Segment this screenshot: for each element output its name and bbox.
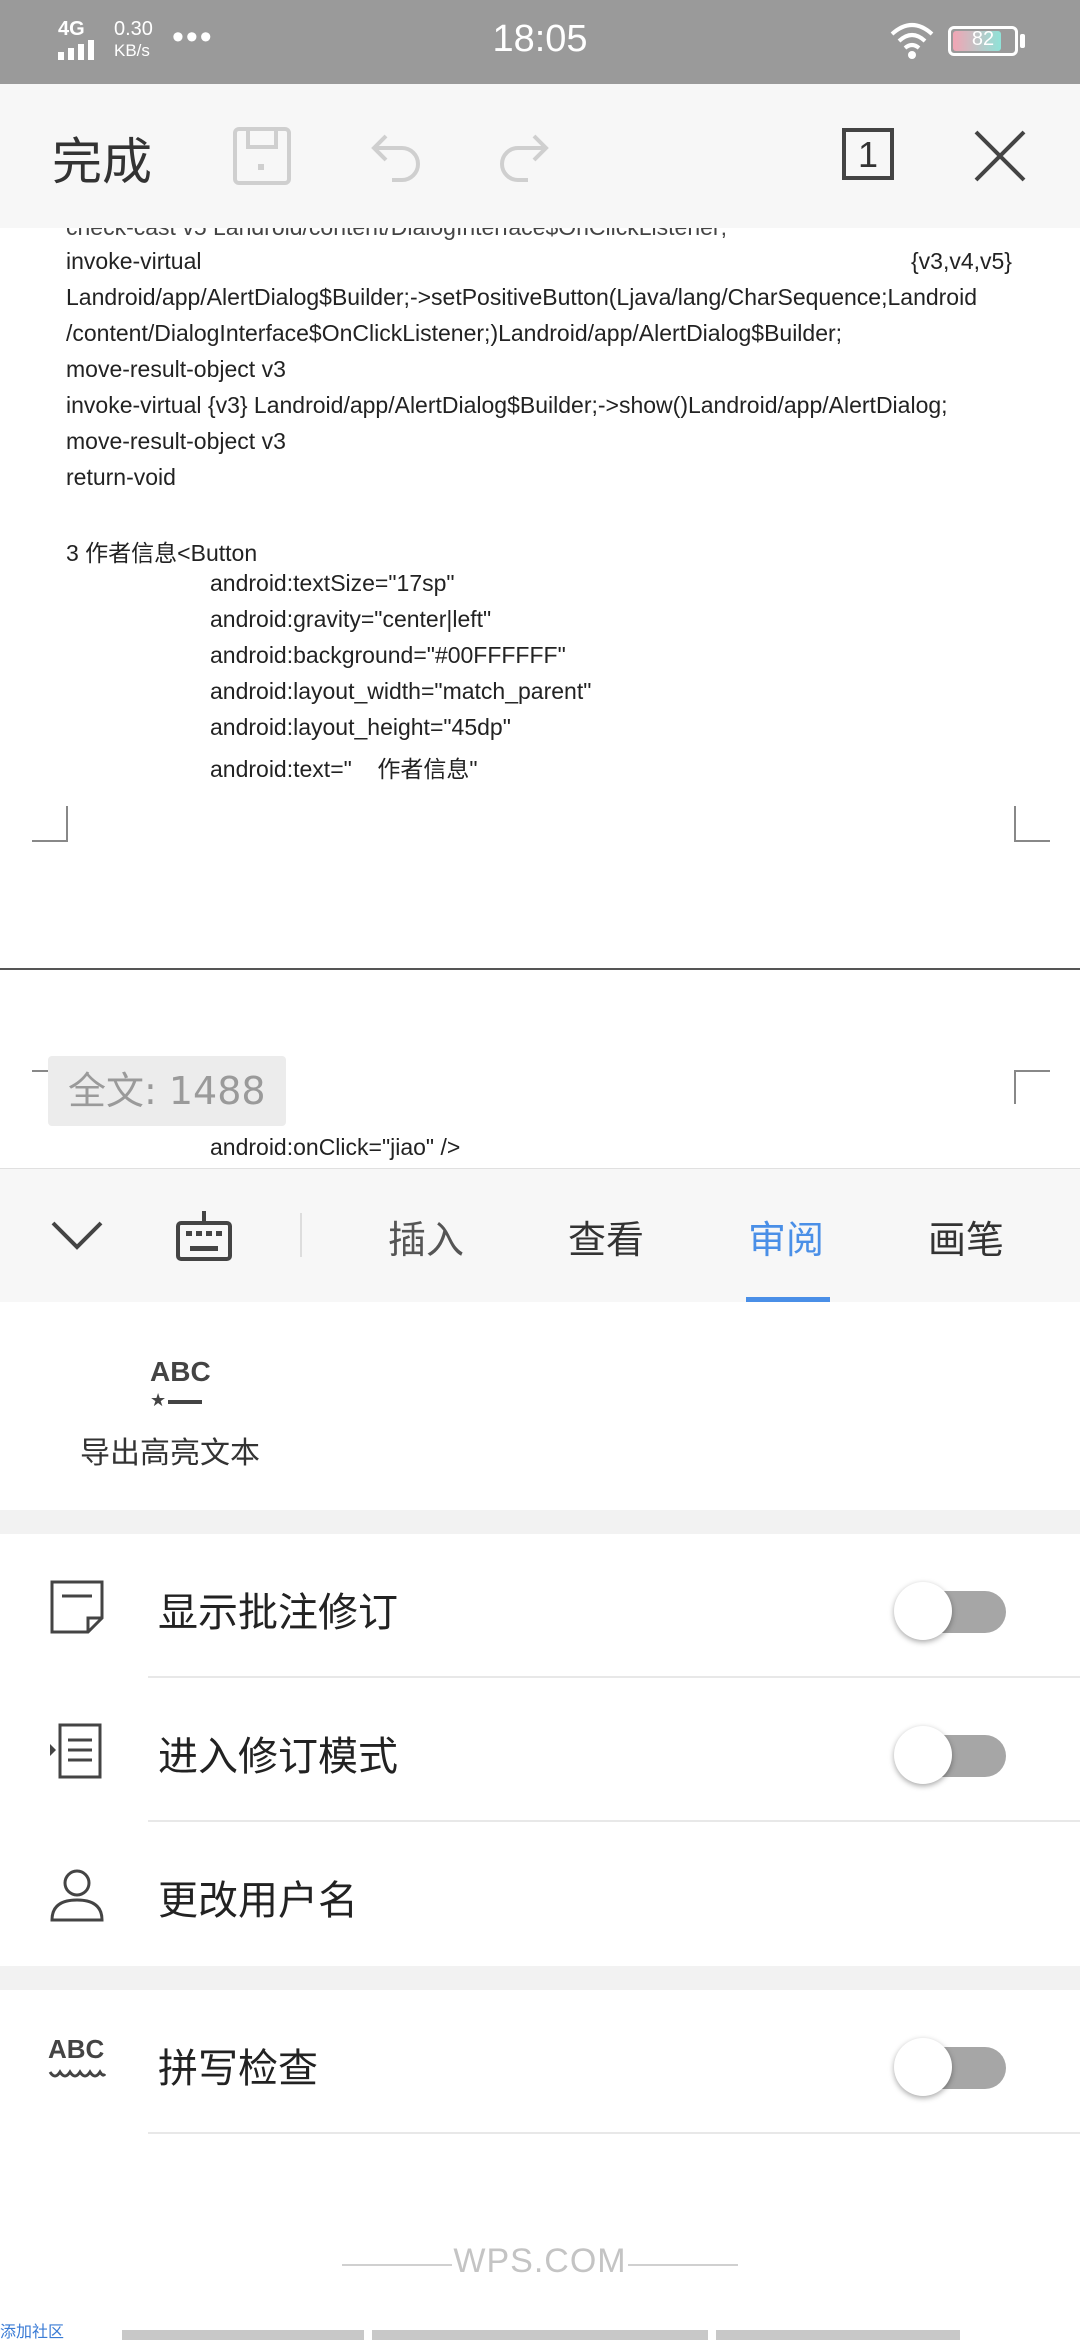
page-count-button[interactable]: 1 [842,128,894,180]
doc-line: move-result-object v3 [66,428,286,454]
doc-line: move-result-object v3 [66,356,286,382]
tab-review[interactable]: 审阅 [748,1209,824,1264]
watermark-text: 添加社区 [0,2324,65,2341]
nav-bar-segment [122,2330,364,2340]
revision-document-icon [50,1723,102,1779]
doc-line: android:text=" 作者信息" [210,756,478,782]
change-username-label: 更改用户名 [158,1878,358,1924]
row-divider [148,2132,1080,2134]
doc-line: android:layout_height="45dp" [210,714,511,740]
undo-icon[interactable] [362,124,426,188]
abc-highlight-icon: ABC ★ [150,1356,211,1416]
doc-line: android:background="#00FFFFFF" [210,642,566,668]
tab-pen[interactable]: 画笔 [928,1209,1004,1264]
top-toolbar: 完成 1 [0,84,1080,229]
tab-view[interactable]: 查看 [568,1209,644,1264]
toggle-knob [894,2038,952,2096]
toggle-knob [894,1726,952,1784]
doc-line: return-void [66,464,176,490]
keyboard-icon[interactable] [176,1209,232,1261]
wifi-icon [890,23,934,59]
status-bar: 4G 0.30 KB/s ••• 18:05 82 [0,0,1080,84]
tab-divider [300,1213,302,1257]
word-count-badge: 全文: 1488 [48,1056,286,1126]
doc-line: invoke-virtual {v3} Landroid/app/AlertDi… [66,392,948,418]
spell-check-icon: ABC [48,2034,106,2092]
doc-line-right: {v3,v4,v5} [910,248,1012,274]
chevron-down-icon[interactable] [50,1217,104,1253]
doc-line: Landroid/app/AlertDialog$Builder;->setPo… [66,284,978,310]
change-username-row[interactable]: 更改用户名 [0,1822,1080,1966]
spell-check-toggle[interactable] [894,2038,1008,2096]
show-comments-row[interactable]: 显示批注修订 [0,1534,1080,1678]
show-comments-label: 显示批注修订 [158,1590,398,1636]
comment-note-icon [50,1580,104,1634]
spell-check-row[interactable]: ABC 拼写检查 [0,1990,1080,2134]
page-corner-mark [1014,806,1050,842]
section-divider [0,1966,1080,1990]
revision-mode-toggle[interactable] [894,1726,1008,1784]
battery-tip [1020,34,1025,48]
spell-check-label: 拼写检查 [158,2046,318,2092]
doc-line: android:layout_width="match_parent" [210,678,592,704]
star-icon: ★ [150,1390,167,1410]
doc-line: android:textSize="17sp" [210,570,455,596]
footer: WPS.COM [0,2230,1080,2300]
revision-mode-label: 进入修订模式 [158,1734,398,1780]
doc-line: 3 作者信息<Button [66,540,258,566]
page-corner-mark [32,806,68,842]
page-corner-mark [1014,1070,1050,1104]
redo-icon[interactable] [494,124,558,188]
section-divider [0,1510,1080,1534]
underline-mark [168,1400,202,1404]
nav-bar-segment [716,2330,960,2340]
wavy-underline [48,2069,106,2078]
save-icon[interactable] [230,124,294,188]
export-highlight-label: 导出高亮文本 [80,1436,260,1471]
abc-icon-text: ABC [48,2034,105,2064]
wps-brand: WPS.COM [453,2242,627,2280]
ribbon-tab-bar: 插入 查看 审阅 画笔 [0,1168,1080,1304]
close-icon[interactable] [970,126,1030,186]
abc-icon-text: ABC [150,1356,211,1387]
nav-bar-segment [372,2330,708,2340]
done-button[interactable]: 完成 [52,122,152,194]
show-comments-toggle[interactable] [894,1582,1008,1640]
battery-percent: 82 [971,28,995,50]
doc-line: /content/DialogInterface$OnClickListener… [66,320,843,346]
user-icon [50,1869,104,1922]
tab-insert[interactable]: 插入 [388,1209,464,1264]
doc-line: check-cast v5 Landroid/content/DialogInt… [66,228,727,241]
doc-line: invoke-virtual [66,248,202,274]
toggle-knob [894,1582,952,1640]
revision-mode-row[interactable]: 进入修订模式 [0,1678,1080,1822]
export-highlight-section: ABC ★ 导出高亮文本 [0,1302,1080,1510]
doc-line: android:gravity="center|left" [210,606,492,632]
battery-icon: 82 [948,26,1018,56]
document-page[interactable]: check-cast v5 Landroid/content/DialogInt… [0,228,1080,968]
doc-line: android:onClick="jiao" /> [210,1134,461,1160]
